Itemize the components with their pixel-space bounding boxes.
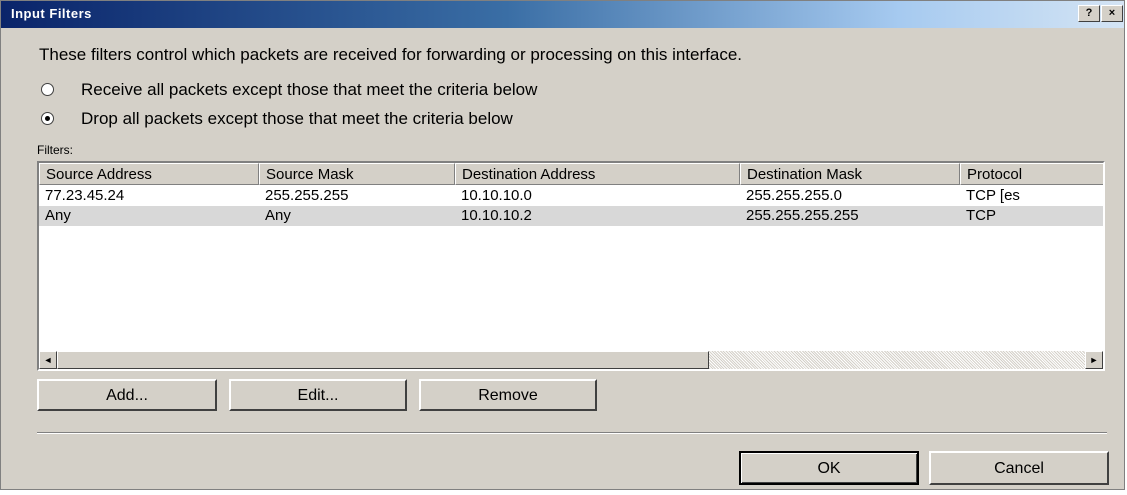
cell-source-address: Any	[45, 207, 71, 224]
radio-label-drop: Drop all packets except those that meet …	[81, 109, 513, 128]
help-button[interactable]: ?	[1078, 5, 1100, 22]
cell-destination-mask: 255.255.255.255	[746, 207, 859, 224]
column-header-destination-mask[interactable]: Destination Mask	[740, 163, 960, 185]
add-button[interactable]: Add...	[37, 379, 217, 411]
cell-destination-address: 10.10.10.0	[461, 187, 532, 204]
horizontal-scrollbar[interactable]: ◄ ►	[39, 351, 1103, 369]
table-row[interactable]: Any Any 10.10.10.2 255.255.255.255 TCP	[39, 206, 1103, 226]
scroll-left-icon[interactable]: ◄	[39, 351, 57, 369]
separator	[37, 432, 1107, 434]
scroll-right-icon[interactable]: ►	[1085, 351, 1103, 369]
filters-list[interactable]: Source Address Source Mask Destination A…	[37, 161, 1105, 371]
cell-destination-address: 10.10.10.2	[461, 207, 532, 224]
cell-source-mask: Any	[265, 207, 291, 224]
description-text: These filters control which packets are …	[39, 45, 742, 64]
table-row[interactable]: 77.23.45.24 255.255.255 10.10.10.0 255.2…	[39, 186, 1103, 206]
window-title: Input Filters	[11, 6, 92, 21]
radio-button-checked[interactable]	[41, 112, 54, 125]
title-bar[interactable]: Input Filters ? ×	[1, 1, 1124, 28]
edit-button[interactable]: Edit...	[229, 379, 407, 411]
remove-button[interactable]: Remove	[419, 379, 597, 411]
list-header: Source Address Source Mask Destination A…	[39, 163, 1103, 185]
radio-button-unchecked[interactable]	[41, 83, 54, 96]
close-button[interactable]: ×	[1101, 5, 1123, 22]
column-header-source-address[interactable]: Source Address	[39, 163, 259, 185]
cell-protocol: TCP [es	[966, 187, 1020, 204]
scroll-thumb[interactable]	[57, 351, 709, 369]
cell-source-address: 77.23.45.24	[45, 187, 125, 204]
cell-protocol: TCP	[966, 207, 996, 224]
ok-button[interactable]: OK	[739, 451, 919, 485]
input-filters-dialog: Input Filters ? × These filters control …	[0, 0, 1125, 490]
filters-label: Filters:	[37, 143, 73, 157]
cell-source-mask: 255.255.255	[265, 187, 349, 204]
column-header-protocol[interactable]: Protocol	[960, 163, 1103, 185]
column-header-destination-address[interactable]: Destination Address	[455, 163, 740, 185]
cancel-button[interactable]: Cancel	[929, 451, 1109, 485]
cell-destination-mask: 255.255.255.0	[746, 187, 842, 204]
column-header-source-mask[interactable]: Source Mask	[259, 163, 455, 185]
radio-label-receive: Receive all packets except those that me…	[81, 80, 538, 99]
